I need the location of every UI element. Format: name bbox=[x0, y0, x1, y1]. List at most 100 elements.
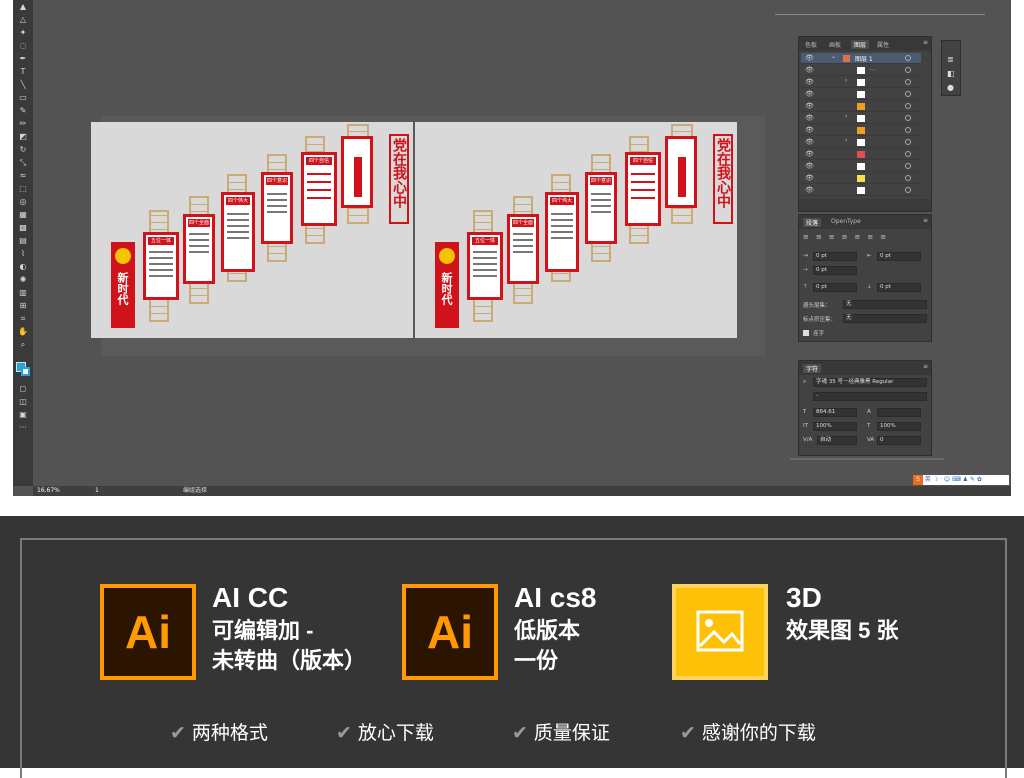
visibility-eye-icon[interactable]: 👁 bbox=[805, 90, 814, 98]
space-after-field[interactable]: 0 pt bbox=[877, 283, 921, 292]
blend-tool-icon[interactable]: ◐ bbox=[17, 263, 29, 271]
draw-mode-icon[interactable]: ◫ bbox=[17, 398, 29, 406]
tab-paragraph[interactable]: 段落 bbox=[803, 218, 822, 227]
kerning-field[interactable]: 自动 bbox=[817, 436, 857, 445]
target-icon[interactable] bbox=[905, 127, 911, 133]
visibility-eye-icon[interactable]: 👁 bbox=[805, 102, 814, 110]
visibility-eye-icon[interactable]: 👁 bbox=[805, 138, 814, 146]
kinsoku-select[interactable]: 无 bbox=[843, 300, 927, 309]
zoom-level[interactable]: 16.67% bbox=[37, 486, 60, 496]
magic-wand-tool-icon[interactable]: ✦ bbox=[17, 29, 29, 37]
target-icon[interactable] bbox=[905, 67, 911, 73]
target-icon[interactable] bbox=[905, 55, 911, 61]
panel-menu-icon[interactable]: ≡ bbox=[923, 217, 928, 224]
tab-swatches[interactable]: 色板 bbox=[805, 40, 817, 49]
indent-left-field[interactable]: 0 pt bbox=[813, 252, 857, 261]
expand-arrow-icon[interactable]: › bbox=[845, 77, 847, 84]
visibility-eye-icon[interactable]: 👁 bbox=[805, 162, 814, 170]
alignment-buttons[interactable]: ≡≡≡≡≡≡≡ bbox=[803, 233, 929, 243]
font-size-field[interactable]: 864.61 bbox=[813, 408, 857, 417]
rotate-tool-icon[interactable]: ↻ bbox=[17, 146, 29, 154]
free-transform-tool-icon[interactable]: ⬚ bbox=[17, 185, 29, 193]
horizontal-scale-field[interactable]: 100% bbox=[877, 422, 921, 431]
dock-sphere-icon[interactable]: ● bbox=[947, 83, 954, 92]
layer-row[interactable]: 👁 › bbox=[801, 137, 921, 148]
hand-tool-icon[interactable]: ✋ bbox=[17, 328, 29, 336]
stroke-color-swatch[interactable] bbox=[21, 367, 30, 376]
dock-stack-icon[interactable]: ≣ bbox=[947, 55, 954, 64]
selection-tool-icon[interactable]: ▲ bbox=[17, 3, 29, 11]
graph-tool-icon[interactable]: ▥ bbox=[17, 289, 29, 297]
line-tool-icon[interactable]: ╲ bbox=[17, 81, 29, 89]
layer-row[interactable]: 👁 bbox=[801, 185, 921, 196]
tab-character[interactable]: 字符 bbox=[803, 364, 822, 373]
tab-layers[interactable]: 图层 bbox=[851, 40, 870, 49]
tab-properties[interactable]: 属性 bbox=[877, 40, 889, 49]
width-tool-icon[interactable]: ≈ bbox=[17, 172, 29, 180]
layer-row[interactable]: 👁 ⌄ 图层 1 bbox=[801, 53, 921, 64]
pencil-tool-icon[interactable]: ✏ bbox=[17, 120, 29, 128]
type-tool-icon[interactable]: T bbox=[17, 68, 29, 76]
zoom-tool-icon[interactable]: ⌕ bbox=[17, 341, 29, 349]
panel-menu-icon[interactable]: ≡ bbox=[923, 39, 928, 46]
expand-arrow-icon[interactable]: ⌄ bbox=[831, 53, 836, 60]
layer-name[interactable]: 图层 1 bbox=[855, 54, 873, 63]
layer-row[interactable]: 👁 bbox=[801, 149, 921, 160]
mesh-tool-icon[interactable]: ▩ bbox=[17, 224, 29, 232]
artboard-2[interactable]: 新时代 五位一体 四个全面 四个伟大 四个意识 四个自信 党在我心中 bbox=[415, 122, 737, 338]
slice-tool-icon[interactable]: ⌗ bbox=[17, 315, 29, 323]
artboard-tool-icon[interactable]: ⊞ bbox=[17, 302, 29, 310]
tracking-field[interactable]: 0 bbox=[877, 436, 921, 445]
visibility-eye-icon[interactable]: 👁 bbox=[805, 186, 814, 194]
visibility-eye-icon[interactable]: 👁 bbox=[805, 114, 814, 122]
direct-selection-tool-icon[interactable]: △ bbox=[17, 16, 29, 24]
ime-toolbar[interactable]: S 英 ☽ · ☺ ⌨ ♟ ✎ ✿ bbox=[913, 475, 1009, 485]
first-indent-field[interactable]: 0 pt bbox=[813, 266, 857, 275]
leading-field[interactable] bbox=[877, 408, 921, 417]
indent-right-field[interactable]: 0 pt bbox=[877, 252, 921, 261]
eyedropper-tool-icon[interactable]: ⌇ bbox=[17, 250, 29, 258]
target-icon[interactable] bbox=[905, 187, 911, 193]
shape-builder-tool-icon[interactable]: ◎ bbox=[17, 198, 29, 206]
more-tools-icon[interactable]: ··· bbox=[17, 424, 29, 432]
visibility-eye-icon[interactable]: 👁 bbox=[805, 54, 814, 62]
panel-menu-icon[interactable]: ≡ bbox=[923, 363, 928, 370]
scale-tool-icon[interactable]: ⤡ bbox=[17, 159, 29, 167]
gradient-tool-icon[interactable]: ▤ bbox=[17, 237, 29, 245]
pen-tool-icon[interactable]: ✒ bbox=[17, 55, 29, 63]
symbol-sprayer-tool-icon[interactable]: ✺ bbox=[17, 276, 29, 284]
space-before-field[interactable]: 0 pt bbox=[813, 283, 857, 292]
screen-mode-icon[interactable]: ▣ bbox=[17, 411, 29, 419]
expand-arrow-icon[interactable]: › bbox=[845, 113, 847, 120]
color-mode-icon[interactable]: ◻ bbox=[17, 385, 29, 393]
layer-row[interactable]: 👁… bbox=[801, 65, 921, 76]
target-icon[interactable] bbox=[905, 139, 911, 145]
brush-tool-icon[interactable]: ✎ bbox=[17, 107, 29, 115]
visibility-eye-icon[interactable]: 👁 bbox=[805, 126, 814, 134]
layer-row[interactable]: 👁 bbox=[801, 161, 921, 172]
hyphenate-checkbox[interactable] bbox=[803, 330, 809, 336]
visibility-eye-icon[interactable]: 👁 bbox=[805, 150, 814, 158]
layer-row[interactable]: 👁 bbox=[801, 101, 921, 112]
tab-opentype[interactable]: OpenType bbox=[831, 218, 861, 225]
visibility-eye-icon[interactable]: 👁 bbox=[805, 66, 814, 74]
target-icon[interactable] bbox=[905, 115, 911, 121]
vertical-scale-field[interactable]: 100% bbox=[813, 422, 857, 431]
layer-row[interactable]: 👁 bbox=[801, 173, 921, 184]
target-icon[interactable] bbox=[905, 163, 911, 169]
mojikumi-select[interactable]: 无 bbox=[843, 314, 927, 323]
layer-row[interactable]: 👁 bbox=[801, 89, 921, 100]
target-icon[interactable] bbox=[905, 151, 911, 157]
visibility-eye-icon[interactable]: 👁 bbox=[805, 78, 814, 86]
artboard-number[interactable]: 1 bbox=[95, 486, 99, 496]
eraser-tool-icon[interactable]: ◩ bbox=[17, 133, 29, 141]
target-icon[interactable] bbox=[905, 103, 911, 109]
expand-arrow-icon[interactable]: › bbox=[845, 137, 847, 144]
tab-artboards[interactable]: 画板 bbox=[829, 40, 841, 49]
layer-row[interactable]: 👁 › bbox=[801, 113, 921, 124]
lasso-tool-icon[interactable]: ◌ bbox=[17, 42, 29, 50]
font-family-select[interactable]: 字魂 35 号－经典雅黑 Regular bbox=[813, 378, 927, 387]
layer-row[interactable]: 👁 bbox=[801, 125, 921, 136]
visibility-eye-icon[interactable]: 👁 bbox=[805, 174, 814, 182]
dock-square-icon[interactable]: ◧ bbox=[947, 69, 955, 78]
